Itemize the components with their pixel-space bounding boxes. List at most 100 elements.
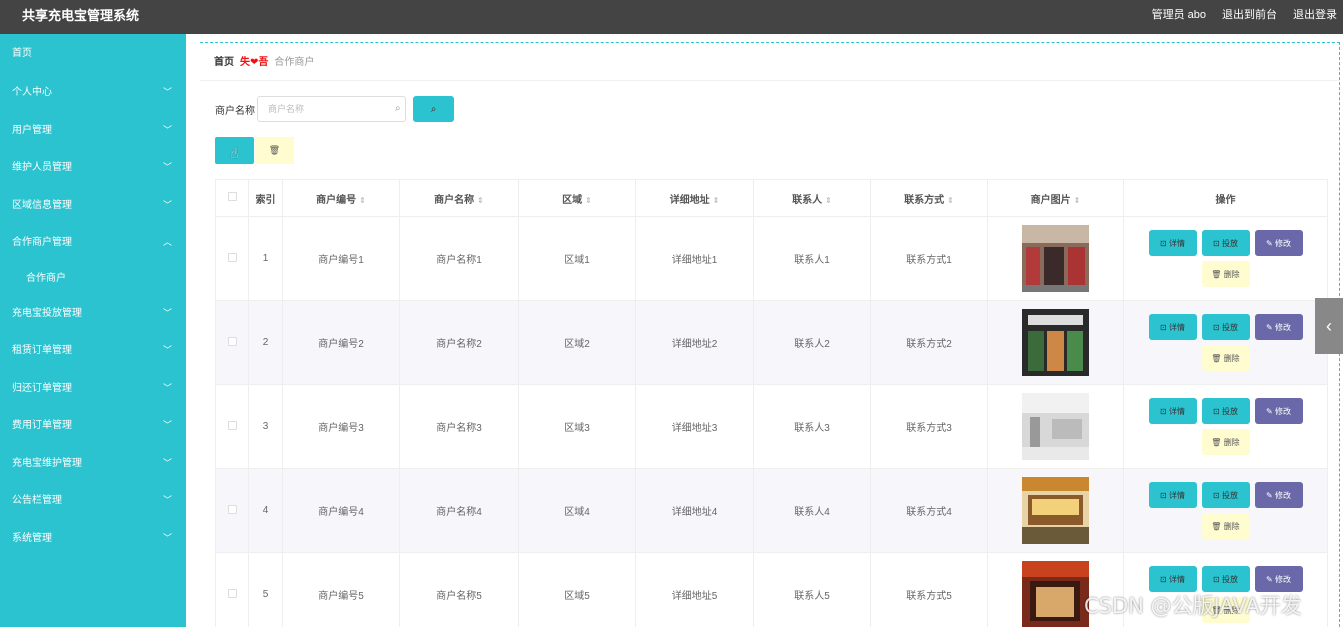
select-all-checkbox[interactable] bbox=[227, 192, 237, 201]
sidebar-item-return-orders[interactable]: 归还订单管理 ﹀ bbox=[0, 370, 186, 408]
row-checkbox[interactable] bbox=[227, 336, 237, 346]
header-area[interactable]: 区域 ⇕ bbox=[518, 179, 636, 217]
cell-address: 详细地址1 bbox=[635, 216, 754, 301]
cell-contact: 联系人5 bbox=[753, 552, 871, 627]
back-to-front-link[interactable]: 退出到前台 bbox=[1222, 6, 1277, 22]
sidebar-item-label: 公告栏管理 bbox=[12, 495, 62, 506]
deploy-label: 投放 bbox=[1221, 490, 1238, 500]
detail-button[interactable]: ⊡ 详情 bbox=[1148, 398, 1197, 424]
row-select-cell bbox=[215, 384, 249, 469]
logout-link[interactable]: 退出登录 bbox=[1293, 6, 1337, 22]
row-checkbox[interactable] bbox=[227, 420, 237, 430]
search-input[interactable] bbox=[257, 96, 406, 122]
sidebar-item-merchants-group[interactable]: 合作商户管理 ︿ bbox=[0, 224, 186, 262]
cell-index: 1 bbox=[248, 216, 283, 301]
cell-image bbox=[987, 216, 1124, 301]
chevron-left-icon[interactable]: ‹ bbox=[1315, 298, 1343, 354]
edit-button[interactable]: ✎ 修改 bbox=[1254, 398, 1303, 424]
sort-icon: ⇕ bbox=[359, 195, 366, 205]
sidebar-item-profile[interactable]: 个人中心 ﹀ bbox=[0, 74, 186, 112]
detail-label: 详情 bbox=[1168, 574, 1185, 584]
cell-contact: 联系人4 bbox=[753, 468, 871, 553]
header-index: 索引 bbox=[248, 179, 283, 217]
delete-button[interactable]: 🗑 删除 bbox=[1201, 261, 1250, 287]
merchant-image[interactable] bbox=[1022, 225, 1089, 292]
header-name[interactable]: 商户名称 ⇕ bbox=[399, 179, 519, 217]
cell-code: 商户编号5 bbox=[282, 552, 400, 627]
row-checkbox[interactable] bbox=[227, 252, 237, 262]
breadcrumb: 首页 失❤吾 合作商户 bbox=[214, 53, 314, 68]
sidebar-item-areas[interactable]: 区域信息管理 ﹀ bbox=[0, 187, 186, 225]
header-code[interactable]: 商户编号 ⇕ bbox=[282, 179, 400, 217]
sidebar-item-home[interactable]: 首页 bbox=[0, 34, 186, 74]
breadcrumb-home[interactable]: 首页 bbox=[214, 53, 234, 68]
chevron-down-icon: ﹀ bbox=[162, 199, 172, 210]
deploy-button[interactable]: ⊡ 投放 bbox=[1201, 566, 1250, 592]
cell-contact: 联系人2 bbox=[753, 300, 871, 385]
cell-contact: 联系人1 bbox=[753, 216, 871, 301]
deploy-button[interactable]: ⊡ 投放 bbox=[1201, 230, 1250, 256]
delete-label: 删除 bbox=[1223, 521, 1240, 531]
cell-address: 详细地址5 bbox=[635, 552, 754, 627]
delete-button[interactable]: 🗑 删除 bbox=[1201, 513, 1250, 539]
admin-user-label[interactable]: 管理员 abo bbox=[1152, 6, 1206, 22]
chevron-down-icon: ﹀ bbox=[162, 87, 172, 97]
edit-button[interactable]: ✎ 修改 bbox=[1254, 230, 1303, 256]
search-icon: ⌕ bbox=[430, 103, 437, 115]
header-address[interactable]: 详细地址 ⇕ bbox=[635, 179, 754, 217]
breadcrumb-current: 合作商户 bbox=[274, 57, 315, 68]
batch-delete-button[interactable]: 🗑 bbox=[255, 137, 294, 164]
cell-phone: 联系方式4 bbox=[870, 468, 988, 553]
sidebar-item-label: 区域信息管理 bbox=[12, 199, 72, 211]
detail-button[interactable]: ⊡ 详情 bbox=[1148, 566, 1197, 592]
cell-area: 区域5 bbox=[518, 552, 636, 627]
detail-button[interactable]: ⊡ 详情 bbox=[1148, 314, 1197, 340]
trash-icon: 🗑 bbox=[268, 145, 281, 155]
header-image[interactable]: 商户图片 ⇕ bbox=[987, 179, 1124, 217]
row-checkbox[interactable] bbox=[227, 588, 237, 598]
deploy-button[interactable]: ⊡ 投放 bbox=[1201, 482, 1250, 508]
edit-label: 修改 bbox=[1274, 322, 1291, 332]
table-header-row: 索引 商户编号 ⇕ 商户名称 ⇕ 区域 ⇕ 详细地址 ⇕ 联系人 ⇕ 联系方式 ⇕ 商户图片… bbox=[215, 179, 1328, 217]
merchant-image[interactable] bbox=[1022, 393, 1089, 460]
deploy-label: 投放 bbox=[1221, 238, 1238, 248]
sidebar-item-deployment[interactable]: 充电宝投放管理 ﹀ bbox=[0, 295, 186, 333]
sidebar-item-fee-orders[interactable]: 费用订单管理 ﹀ bbox=[0, 407, 186, 445]
sidebar-item-label: 系统管理 bbox=[12, 532, 52, 544]
sidebar-item-rental-orders[interactable]: 租赁订单管理 ﹀ bbox=[0, 332, 186, 370]
header-phone[interactable]: 联系方式 ⇕ bbox=[870, 179, 988, 217]
sidebar-item-label: 维护人员管理 bbox=[12, 162, 72, 173]
merchant-table: 索引 商户编号 ⇕ 商户名称 ⇕ 区域 ⇕ 详细地址 ⇕ 联系人 ⇕ 联系方式 ⇕ 商户图片… bbox=[215, 179, 1328, 627]
cell-actions: ⊡ 详情 ⊡ 投放 ✎ 修改 🗑 删除 bbox=[1123, 216, 1328, 301]
deploy-button[interactable]: ⊡ 投放 bbox=[1201, 314, 1250, 340]
sidebar-item-label: 合作商户管理 bbox=[12, 237, 72, 248]
chevron-down-icon: ﹀ bbox=[162, 345, 172, 355]
edit-button[interactable]: ✎ 修改 bbox=[1254, 482, 1303, 508]
merchant-image[interactable] bbox=[1022, 309, 1089, 376]
header-label: 商户名称 bbox=[434, 194, 475, 206]
sort-icon: ⇕ bbox=[477, 195, 484, 205]
sidebar-item-notices[interactable]: 公告栏管理 ﹀ bbox=[0, 482, 186, 520]
sidebar-item-system[interactable]: 系统管理 ﹀ bbox=[0, 520, 186, 558]
delete-button[interactable]: 🗑 删除 bbox=[1201, 345, 1250, 371]
delete-button[interactable]: 🗑 删除 bbox=[1201, 429, 1250, 455]
edit-button[interactable]: ✎ 修改 bbox=[1254, 566, 1303, 592]
cell-name: 商户名称5 bbox=[399, 552, 519, 627]
row-checkbox[interactable] bbox=[227, 504, 237, 514]
search-button[interactable]: ⌕ bbox=[413, 96, 454, 122]
header-contact[interactable]: 联系人 ⇕ bbox=[753, 179, 871, 217]
cell-name: 商户名称1 bbox=[399, 216, 519, 301]
edit-button[interactable]: ✎ 修改 bbox=[1254, 314, 1303, 340]
sidebar-item-maintenance[interactable]: 充电宝维护管理 ﹀ bbox=[0, 445, 186, 483]
detail-label: 详情 bbox=[1168, 322, 1185, 332]
deploy-button[interactable]: ⊡ 投放 bbox=[1201, 398, 1250, 424]
detail-label: 详情 bbox=[1168, 238, 1185, 248]
sidebar-item-users[interactable]: 用户管理 ﹀ bbox=[0, 112, 186, 150]
merchant-image[interactable] bbox=[1022, 561, 1089, 627]
sidebar-item-merchants[interactable]: 合作商户 bbox=[0, 262, 186, 295]
merchant-image[interactable] bbox=[1022, 477, 1089, 544]
select-all-cell bbox=[215, 179, 249, 217]
sidebar-item-maintainers[interactable]: 维护人员管理 ﹀ bbox=[0, 149, 186, 187]
detail-button[interactable]: ⊡ 详情 bbox=[1148, 482, 1197, 508]
detail-button[interactable]: ⊡ 详情 bbox=[1148, 230, 1197, 256]
